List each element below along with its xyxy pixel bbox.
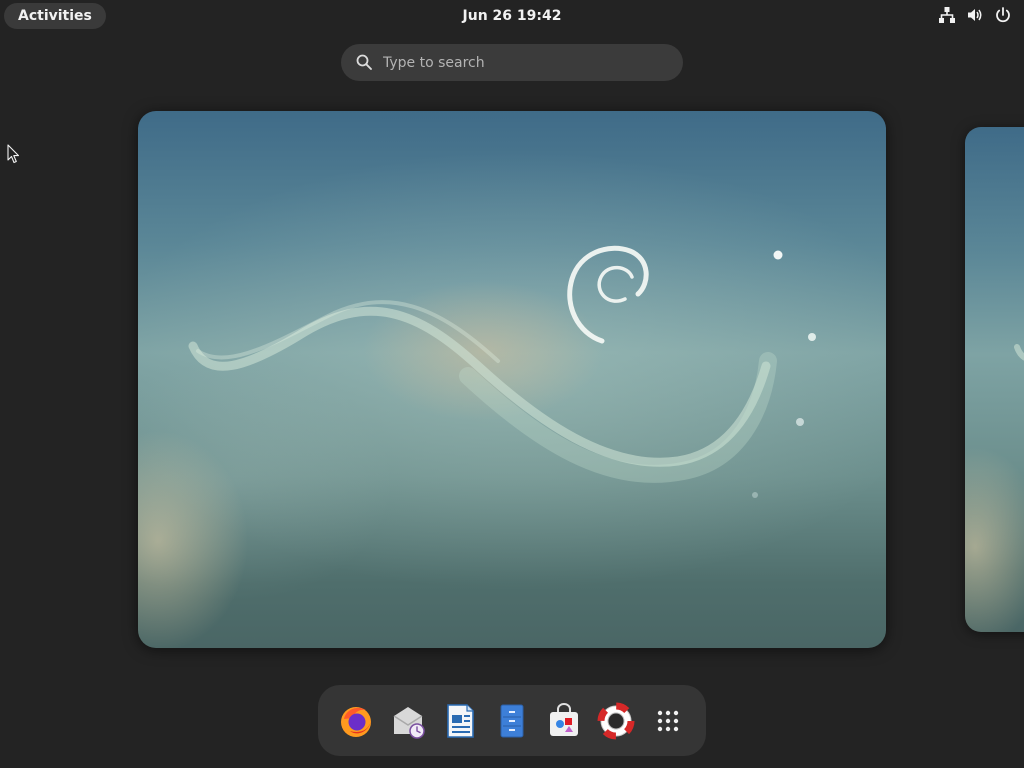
system-status-area[interactable] <box>938 6 1012 24</box>
search-input[interactable] <box>383 44 663 81</box>
network-icon[interactable] <box>938 6 956 24</box>
activities-button[interactable]: Activities <box>4 3 106 29</box>
next-workspace-thumbnail[interactable] <box>965 127 1024 632</box>
volume-icon[interactable] <box>966 6 984 24</box>
debian-wallpaper <box>188 245 816 498</box>
search-icon <box>356 54 372 70</box>
firefox-icon[interactable] <box>336 701 376 741</box>
power-icon[interactable] <box>994 6 1012 24</box>
software-icon[interactable] <box>544 701 584 741</box>
libreoffice-writer-icon[interactable] <box>440 701 480 741</box>
next-workspace-wave <box>1014 344 1024 361</box>
search-box[interactable] <box>341 44 683 81</box>
clock-button[interactable]: Jun 26 19:42 <box>0 0 1024 32</box>
file-manager-icon[interactable] <box>492 701 532 741</box>
dash-dock <box>318 685 706 756</box>
help-icon[interactable] <box>596 701 636 741</box>
workspace-thumbnail[interactable] <box>138 111 886 648</box>
mouse-pointer-icon <box>7 144 20 164</box>
evolution-icon[interactable] <box>388 701 428 741</box>
debian-logo <box>567 245 649 344</box>
show-apps-icon[interactable] <box>648 701 688 741</box>
top-bar: Activities Jun 26 19:42 <box>0 0 1024 32</box>
